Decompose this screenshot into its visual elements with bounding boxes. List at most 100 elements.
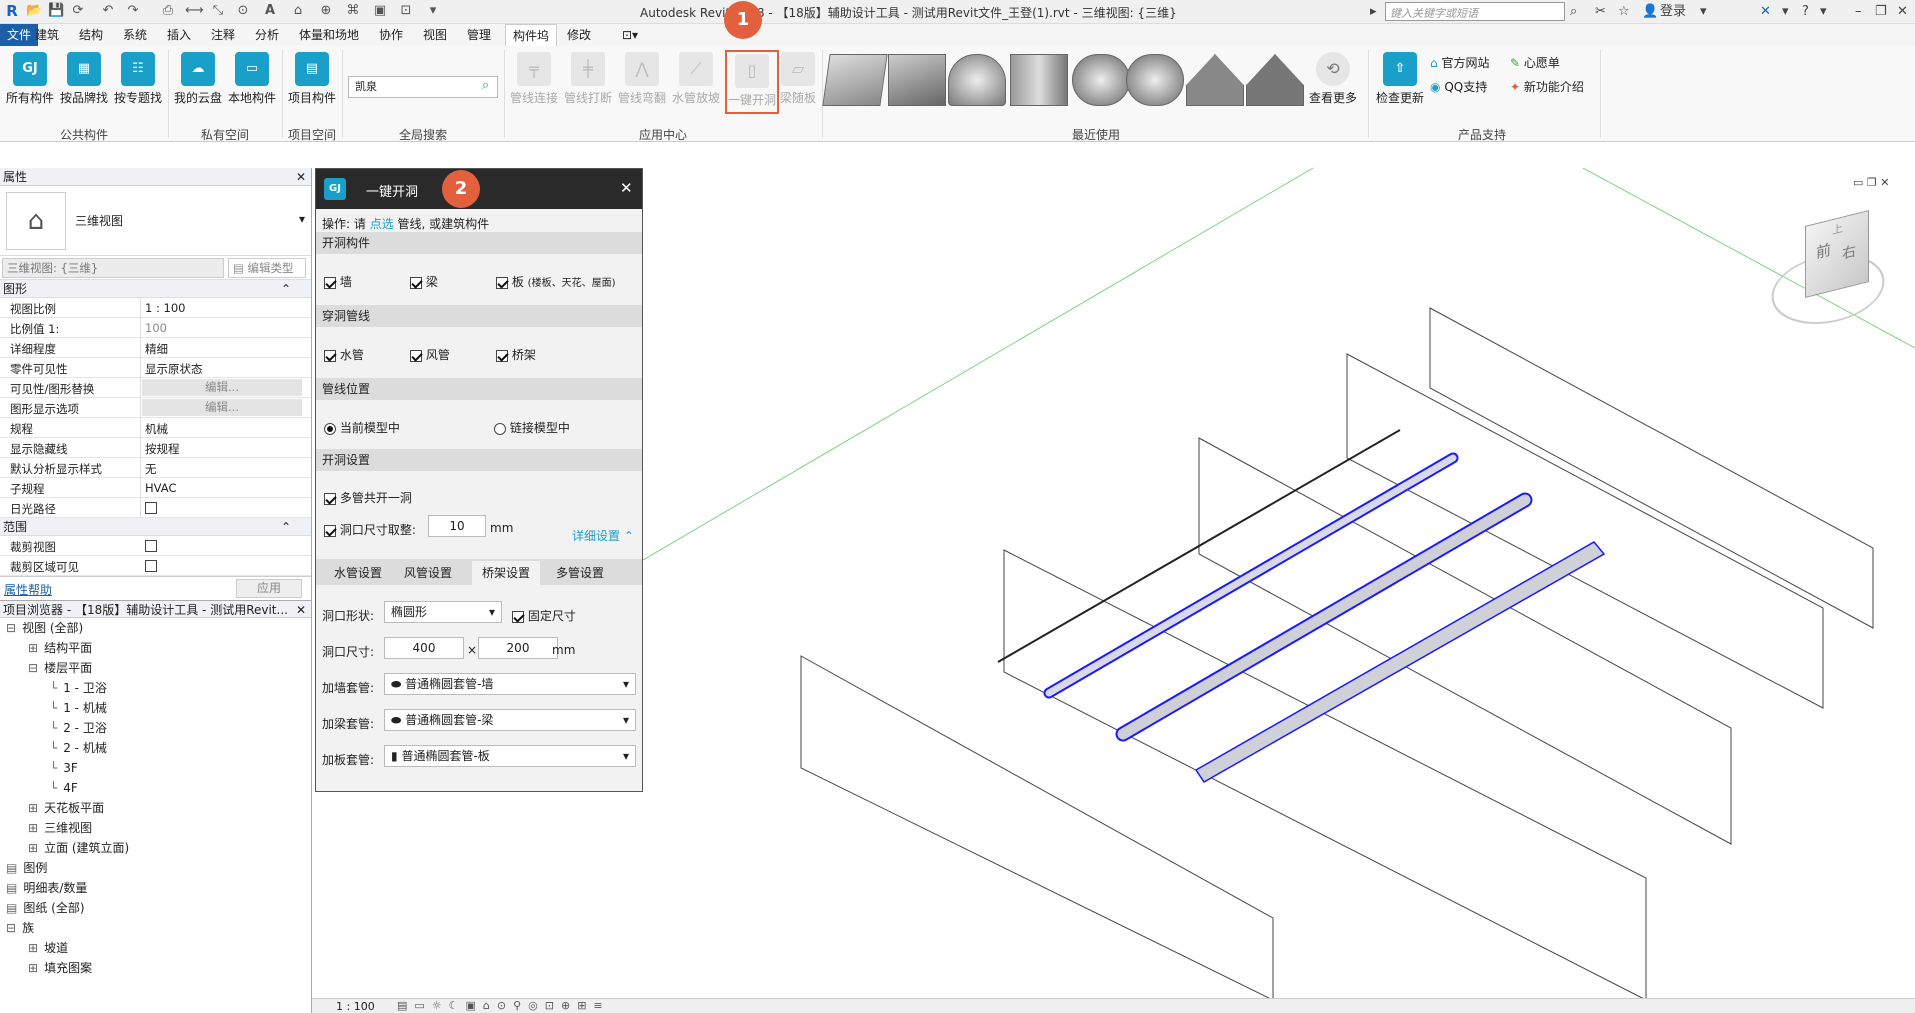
tab-systems[interactable]: 系统 (116, 24, 154, 46)
tab-modify[interactable]: 修改 (560, 24, 598, 46)
tab-multi-settings[interactable]: 多管设置 (546, 561, 614, 585)
pipe-slope-button[interactable]: ⟋ 水管放坡 (670, 52, 722, 106)
property-value[interactable]: 编辑... (142, 379, 302, 396)
open-icon[interactable]: 📂 (26, 3, 42, 19)
minimize-icon[interactable]: – (1855, 3, 1862, 20)
tab-component-dock[interactable]: 构件坞 (505, 24, 558, 46)
recent-item-roof[interactable] (1186, 54, 1244, 106)
expand-node-icon[interactable]: ⊞ (28, 821, 38, 835)
tree-item[interactable]: └ 4F (0, 778, 311, 798)
qq-support-link[interactable]: ◉ QQ支持 (1430, 78, 1487, 95)
duct-checkbox[interactable]: 风管 (410, 346, 450, 363)
tab-insert[interactable]: 插入 (160, 24, 198, 46)
close-windows-icon[interactable]: ▣ (372, 3, 388, 19)
dialog-close-icon[interactable]: ✕ (620, 179, 633, 197)
tree-item[interactable]: └ 2 - 机械 (0, 738, 311, 758)
property-row[interactable]: 详细程度 精细 (0, 338, 311, 358)
close-icon[interactable]: ✕ (1897, 3, 1908, 20)
tab-duct-settings[interactable]: 风管设置 (394, 561, 462, 585)
property-value[interactable]: 按规程 (145, 441, 180, 457)
property-value[interactable]: 100 (145, 321, 167, 335)
wall-sleeve-select[interactable]: ⬬ 普通椭圆套管-墙 ▾ (384, 673, 636, 695)
thin-lines-icon[interactable]: ⌘ (345, 3, 361, 19)
tree-item[interactable]: └ 3F (0, 758, 311, 778)
tree-item[interactable]: ⊞ 坡道 (0, 938, 311, 958)
tree-item[interactable]: ▤ 图例 (0, 858, 311, 878)
round-size-checkbox[interactable]: 洞口尺寸取整: (324, 521, 416, 538)
tab-view[interactable]: 视图 (416, 24, 454, 46)
recent-item-elbow[interactable] (948, 54, 1006, 106)
tree-item[interactable]: └ 2 - 卫浴 (0, 718, 311, 738)
tree-item[interactable]: └ 1 - 卫浴 (0, 678, 311, 698)
tree-item[interactable]: └ 1 - 机械 (0, 698, 311, 718)
search-arrow-icon[interactable]: ▸ (1370, 3, 1377, 20)
property-value[interactable]: 1 : 100 (145, 301, 185, 315)
tree-leaf-icon[interactable]: └ (50, 761, 57, 775)
view-window-controls[interactable]: ▭ ❐ ✕ (1853, 176, 1889, 189)
login-button[interactable]: 登录 (1660, 3, 1686, 20)
tab-architecture[interactable]: 建筑 (28, 24, 66, 46)
detail-settings-link[interactable]: 详细设置 ⌃ (572, 527, 634, 544)
collapse-node-icon[interactable]: ⊟ (28, 661, 38, 675)
shape-select[interactable]: 椭圆形 ▾ (384, 601, 502, 623)
tree-item[interactable]: ▤ 图纸 (全部) (0, 898, 311, 918)
expand-node-icon[interactable]: ⊞ (28, 961, 38, 975)
pipe-connect-button[interactable]: ╤ 管线连接 (508, 52, 560, 106)
wishlist-link[interactable]: ✎ 心愿单 (1510, 54, 1560, 71)
my-cloud-button[interactable]: ☁ 我的云盘 (172, 52, 224, 106)
restore-icon[interactable]: ❐ (1875, 3, 1887, 20)
expand-node-icon[interactable]: ⊞ (28, 801, 38, 815)
login-dropdown-icon[interactable]: ▾ (1700, 3, 1707, 20)
current-model-radio[interactable]: 当前模型中 (324, 419, 400, 436)
dialog-title-bar[interactable]: GJ 一键开洞 2 ✕ (316, 169, 642, 209)
tree-item[interactable]: ▤ 明细表/数量 (0, 878, 311, 898)
tree-item[interactable]: ⊞ 结构平面 (0, 638, 311, 658)
search-icon[interactable]: ⌕ (482, 78, 489, 93)
water-pipe-checkbox[interactable]: 水管 (324, 346, 364, 363)
viewcube-front[interactable]: 前 (1816, 238, 1831, 263)
pick-link[interactable]: 点选 (370, 217, 394, 231)
property-row[interactable]: 显示隐藏线 按规程 (0, 438, 311, 458)
property-value[interactable]: 无 (145, 461, 157, 477)
collapse-node-icon[interactable]: ⊟ (6, 621, 16, 635)
tree-leaf-icon[interactable]: └ (50, 681, 57, 695)
by-brand-button[interactable]: ▦ 按品牌找 (58, 52, 110, 106)
local-components-button[interactable]: ▭ 本地构件 (226, 52, 278, 106)
exchange-icon[interactable]: ✕ (1760, 3, 1771, 20)
collapse-icon[interactable]: ⌃ (281, 280, 291, 298)
one-click-opening-button[interactable]: ▯ 一键开洞 (725, 50, 779, 114)
cable-tray-checkbox[interactable]: 桥架 (496, 346, 536, 363)
help-dropdown-icon[interactable]: ▾ (1820, 3, 1827, 20)
property-row[interactable]: 可见性/图形替换 编辑... (0, 378, 311, 398)
property-value[interactable]: 编辑... (142, 399, 302, 416)
tree-leaf-icon[interactable]: └ (50, 781, 57, 795)
property-value[interactable]: HVAC (145, 481, 176, 495)
view-controls-icons[interactable]: ▤▭☼☾▣⌂⊙⚲◎⊡⊕⊞≡ (397, 999, 610, 1012)
close-properties-icon[interactable]: ✕ (296, 168, 306, 186)
collapse-node-icon[interactable]: ⊟ (6, 921, 16, 935)
by-topic-button[interactable]: ☷ 按专题找 (112, 52, 164, 106)
tab-massing[interactable]: 体量和场地 (292, 24, 366, 46)
type-dropdown-icon[interactable]: ▾ (299, 212, 305, 226)
tab-analyze[interactable]: 分析 (248, 24, 286, 46)
beam-sleeve-select[interactable]: ⬬ 普通椭圆套管-梁 ▾ (384, 709, 636, 731)
exchange-dropdown-icon[interactable]: ▾ (1782, 3, 1789, 20)
wall-checkbox[interactable]: 墙 (324, 273, 352, 290)
size-height-input[interactable]: 200 (478, 637, 558, 659)
slab-checkbox[interactable]: 板 (楼板、天花、屋面) (496, 273, 615, 290)
3d-viewport[interactable]: ▭ ❐ ✕ 前 右 上 (642, 167, 1915, 1001)
tree-leaf-icon[interactable]: └ (50, 701, 57, 715)
tree-leaf-icon[interactable]: ▤ (6, 901, 17, 915)
property-checkbox[interactable] (145, 540, 157, 552)
recent-item-ridge[interactable] (1246, 54, 1304, 106)
tree-item[interactable]: ⊞ 三维视图 (0, 818, 311, 838)
close-browser-icon[interactable]: ✕ (296, 601, 306, 619)
property-row[interactable]: 比例值 1: 100 (0, 318, 311, 338)
tree-leaf-icon[interactable]: └ (50, 741, 57, 755)
user-icon[interactable]: 👤 (1642, 3, 1658, 20)
beam-checkbox[interactable]: 梁 (410, 273, 438, 290)
3d-model-canvas[interactable] (642, 167, 1915, 1001)
tab-water-settings[interactable]: 水管设置 (324, 561, 392, 585)
tree-item[interactable]: ⊟ 视图 (全部) (0, 618, 311, 638)
graphics-section[interactable]: 图形 ⌃ (0, 280, 311, 298)
